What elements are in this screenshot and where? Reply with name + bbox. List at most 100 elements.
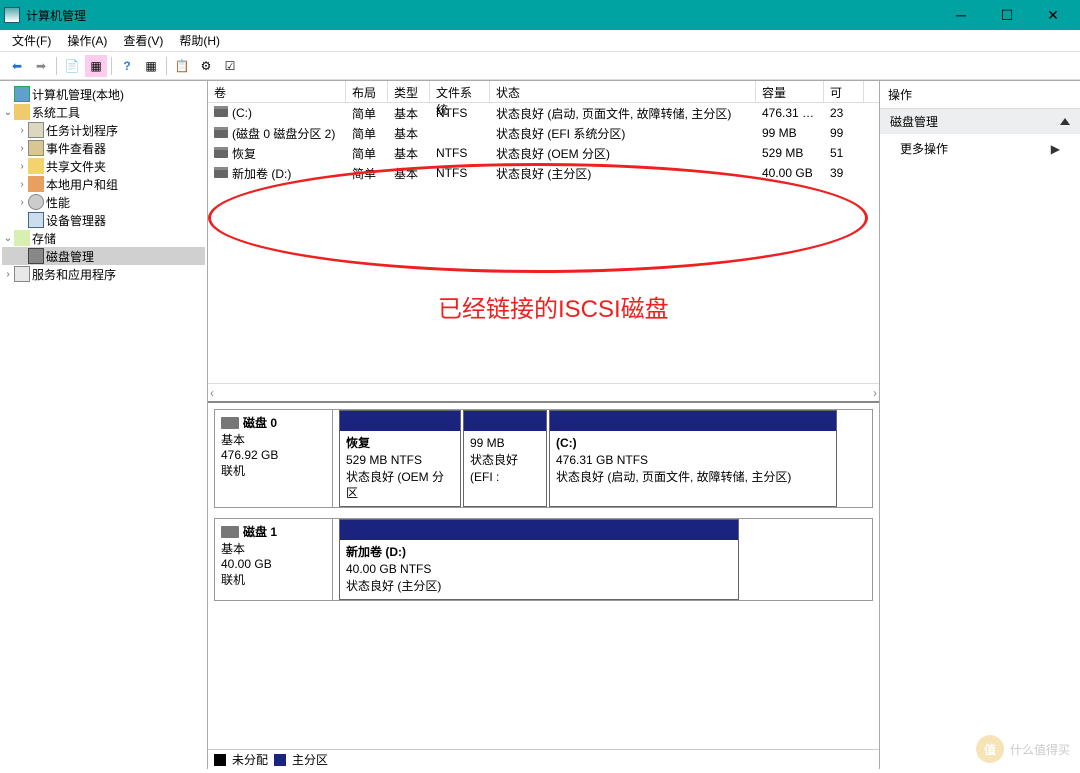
disk-partitions: 新加卷 (D:)40.00 GB NTFS状态良好 (主分区) — [333, 519, 872, 599]
disk-row: 磁盘 1基本40.00 GB联机新加卷 (D:)40.00 GB NTFS状态良… — [214, 518, 873, 600]
toolbar: ⬅ ➡ 📄 ▦ ? ▦ 📋 ⚙ ☑ — [0, 52, 1080, 80]
maximize-button[interactable]: ☐ — [984, 0, 1030, 30]
tree-disk-management[interactable]: 磁盘管理 — [2, 247, 205, 265]
legend-unallocated: 未分配 — [232, 751, 268, 768]
disk-partitions: 恢复529 MB NTFS状态良好 (OEM 分区99 MB状态良好 (EFI … — [333, 410, 872, 507]
perf-icon — [28, 194, 44, 210]
col-free[interactable]: 可 — [824, 81, 864, 102]
disk-icon — [221, 417, 239, 429]
volume-icon — [214, 168, 228, 178]
annotation-text: 已经链接的ISCSI磁盘 — [438, 289, 669, 324]
center-pane: 卷 布局 类型 文件系统 状态 容量 可 (C:)简单基本NTFS状态良好 (启… — [208, 81, 880, 769]
tools-icon — [14, 104, 30, 120]
tree-device-manager[interactable]: 设备管理器 — [2, 211, 205, 229]
horizontal-scrollbar[interactable]: ‹› — [208, 383, 879, 401]
tree-label: 事件查看器 — [46, 140, 106, 157]
window-title: 计算机管理 — [26, 7, 938, 24]
volume-row[interactable]: (C:)简单基本NTFS状态良好 (启动, 页面文件, 故障转储, 主分区)47… — [208, 103, 879, 123]
tree-label: 共享文件夹 — [46, 158, 106, 175]
volume-icon — [214, 128, 228, 138]
col-layout[interactable]: 布局 — [346, 81, 388, 102]
disk-info[interactable]: 磁盘 0基本476.92 GB联机 — [215, 410, 333, 507]
col-volume[interactable]: 卷 — [208, 81, 346, 102]
window-buttons: ─ ☐ ✕ — [938, 0, 1076, 30]
users-icon — [28, 176, 44, 192]
volume-icon — [214, 107, 228, 117]
tree-performance[interactable]: ›性能 — [2, 193, 205, 211]
col-type[interactable]: 类型 — [388, 81, 430, 102]
partition[interactable]: 新加卷 (D:)40.00 GB NTFS状态良好 (主分区) — [339, 519, 739, 599]
menu-view[interactable]: 查看(V) — [115, 30, 171, 51]
partition[interactable]: (C:)476.31 GB NTFS状态良好 (启动, 页面文件, 故障转储, … — [549, 410, 837, 507]
partition-header — [340, 520, 738, 540]
disk-info[interactable]: 磁盘 1基本40.00 GB联机 — [215, 519, 333, 599]
close-button[interactable]: ✕ — [1030, 0, 1076, 30]
legend: 未分配 主分区 — [208, 749, 879, 769]
up-button[interactable]: 📄 — [61, 55, 83, 77]
disk-row: 磁盘 0基本476.92 GB联机恢复529 MB NTFS状态良好 (OEM … — [214, 409, 873, 508]
tree-label: 磁盘管理 — [46, 248, 94, 265]
col-filesystem[interactable]: 文件系统 — [430, 81, 490, 102]
tree-task-scheduler[interactable]: ›任务计划程序 — [2, 121, 205, 139]
refresh-button[interactable]: ▦ — [140, 55, 162, 77]
partition[interactable]: 99 MB状态良好 (EFI : — [463, 410, 547, 507]
volume-icon — [214, 148, 228, 158]
volume-row[interactable]: (磁盘 0 磁盘分区 2)简单基本状态良好 (EFI 系统分区)99 MB99 — [208, 123, 879, 143]
minimize-button[interactable]: ─ — [938, 0, 984, 30]
disk-icon — [28, 248, 44, 264]
tree-services[interactable]: ›服务和应用程序 — [2, 265, 205, 283]
help-icon[interactable]: ? — [116, 55, 138, 77]
partition-header — [340, 411, 460, 431]
separator — [166, 57, 167, 75]
tree-root[interactable]: 计算机管理(本地) — [2, 85, 205, 103]
legend-swatch-unallocated — [214, 754, 226, 766]
menu-help[interactable]: 帮助(H) — [171, 30, 228, 51]
legend-swatch-primary — [274, 754, 286, 766]
volume-list-header: 卷 布局 类型 文件系统 状态 容量 可 — [208, 81, 879, 103]
disk-graphical-view: 磁盘 0基本476.92 GB联机恢复529 MB NTFS状态良好 (OEM … — [208, 401, 879, 749]
settings-button[interactable]: ☑ — [219, 55, 241, 77]
services-icon — [14, 266, 30, 282]
partition-header — [550, 411, 836, 431]
tree-label: 服务和应用程序 — [32, 266, 116, 283]
volume-list: (C:)简单基本NTFS状态良好 (启动, 页面文件, 故障转储, 主分区)47… — [208, 103, 879, 383]
col-capacity[interactable]: 容量 — [756, 81, 824, 102]
tree-local-users[interactable]: ›本地用户和组 — [2, 175, 205, 193]
list-view-button[interactable]: 📋 — [171, 55, 193, 77]
actions-pane: 操作 磁盘管理 更多操作 ▶ — [880, 81, 1080, 769]
back-button[interactable]: ⬅ — [6, 55, 28, 77]
body-area: 计算机管理(本地) ⌄系统工具 ›任务计划程序 ›事件查看器 ›共享文件夹 ›本… — [0, 80, 1080, 769]
separator — [56, 57, 57, 75]
app-icon — [4, 7, 20, 23]
tree-label: 本地用户和组 — [46, 176, 118, 193]
computer-icon — [14, 86, 30, 102]
menu-action[interactable]: 操作(A) — [59, 30, 115, 51]
tree-systools[interactable]: ⌄系统工具 — [2, 103, 205, 121]
actions-section-diskmgmt[interactable]: 磁盘管理 — [880, 109, 1080, 134]
actions-pane-title: 操作 — [880, 81, 1080, 109]
properties-button[interactable]: ▦ — [85, 55, 107, 77]
actions-more[interactable]: 更多操作 ▶ — [880, 134, 1080, 163]
device-icon — [28, 212, 44, 228]
partition-header — [464, 411, 546, 431]
menu-file[interactable]: 文件(F) — [4, 30, 59, 51]
partition[interactable]: 恢复529 MB NTFS状态良好 (OEM 分区 — [339, 410, 461, 507]
tree-label: 存储 — [32, 230, 56, 247]
disk-icon — [221, 526, 239, 538]
col-status[interactable]: 状态 — [490, 81, 756, 102]
event-icon — [28, 140, 44, 156]
actions-section-label: 磁盘管理 — [890, 113, 938, 130]
tree-event-viewer[interactable]: ›事件查看器 — [2, 139, 205, 157]
tree-label: 性能 — [46, 194, 70, 211]
tree-label: 系统工具 — [32, 104, 80, 121]
storage-icon — [14, 230, 30, 246]
options-button[interactable]: ⚙ — [195, 55, 217, 77]
volume-row[interactable]: 恢复简单基本NTFS状态良好 (OEM 分区)529 MB51 — [208, 143, 879, 163]
forward-button[interactable]: ➡ — [30, 55, 52, 77]
tree-shared-folders[interactable]: ›共享文件夹 — [2, 157, 205, 175]
tree-label: 计算机管理(本地) — [32, 86, 124, 103]
legend-primary: 主分区 — [292, 751, 328, 768]
volume-row[interactable]: 新加卷 (D:)简单基本NTFS状态良好 (主分区)40.00 GB39 — [208, 163, 879, 183]
tree-storage[interactable]: ⌄存储 — [2, 229, 205, 247]
actions-more-label: 更多操作 — [900, 140, 948, 157]
